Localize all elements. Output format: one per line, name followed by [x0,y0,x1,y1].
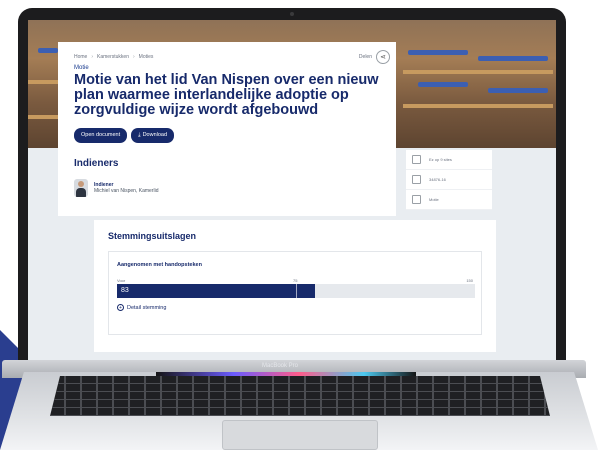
download-button[interactable]: ⤓ Download [131,128,175,143]
meta-row-date: Ez op 9 sites [406,150,492,170]
breadcrumb-home[interactable]: Home [74,54,87,60]
bar-label-voor: Voor [117,278,126,283]
breadcrumb-separator: › [91,54,94,60]
indiener-item[interactable]: Indiener Michiel van Nispen, Kamerlid [74,179,380,197]
breadcrumb-moties[interactable]: Moties [139,54,154,60]
chamber-desk [403,70,553,74]
share-control[interactable]: Delen ⋖ [359,50,390,64]
indieners-section: Indieners Indiener Michiel van Nispen, K… [58,150,396,216]
chamber-desk [403,104,553,108]
touch-bar [156,372,416,376]
plus-circle-icon: + [117,304,124,311]
page-title: Motie van het lid Van Nispen over een ni… [74,72,379,118]
vote-threshold-marker [296,284,297,298]
bar-labels: Voor 75 150 [117,276,473,284]
camera [290,12,294,16]
meta-date: Ez op 9 sites [429,157,452,162]
indiener-name: Michiel van Nispen, Kamerlid [94,188,159,194]
chamber-seat [408,50,468,55]
bar-label-threshold: 75 [293,278,298,283]
document-type: Motie [74,65,89,71]
avatar [74,179,88,197]
vote-count: 83 [121,287,129,294]
stemmingsuitslagen-card: Stemmingsuitslagen Aangenomen met handop… [94,220,496,352]
open-document-button[interactable]: Open document [74,128,128,143]
document-header-card: Home › Kamerstukken › Moties Delen ⋖ Mot… [58,42,396,150]
breadcrumb-kamerstukken[interactable]: Kamerstukken [97,54,129,60]
document-actions: Open document ⤓ Download [74,128,384,143]
meta-number: 34876-16 [429,177,446,182]
download-icon: ⤓ [138,132,141,138]
detail-stemming-link[interactable]: + Detail stemming [117,304,473,311]
breadcrumb: Home › Kamerstukken › Moties [74,54,384,60]
breadcrumb-separator: › [132,54,135,60]
chamber-seat [478,56,548,61]
vote-bar-track: 83 [117,284,475,298]
laptop-brand-label: MacBook Pro [262,363,299,369]
meta-type: Motie [429,197,439,202]
calendar-icon [412,155,421,164]
trackpad [222,420,378,450]
meta-row-type: Motie [406,190,492,210]
vote-bar-fill: 83 [117,284,316,298]
screen: Home › Kamerstukken › Moties Delen ⋖ Mot… [28,20,556,363]
share-label: Delen [358,54,372,60]
share-icon[interactable]: ⋖ [376,50,390,64]
document-meta-panel: Ez op 9 sites 34876-16 Motie [406,150,492,210]
laptop-lid: Home › Kamerstukken › Moties Delen ⋖ Mot… [18,8,566,368]
meta-row-number: 34876-16 [406,170,492,190]
download-label: Download [142,132,168,138]
detail-stemming-label: Detail stemming [127,304,167,311]
stemming-result-box: Aangenomen met handopsteken Voor 75 150 … [108,251,482,335]
document-icon [412,175,421,184]
bar-label-max: 150 [466,278,473,283]
chamber-seat [488,88,548,93]
chamber-desk [28,115,58,119]
chamber-seat [38,48,58,53]
keyboard-rows [50,376,550,416]
stemming-result: Aangenomen met handopsteken [117,262,202,268]
document-icon [412,195,421,204]
stemming-heading: Stemmingsuitslagen [108,231,197,241]
chamber-desk [28,80,58,84]
indieners-heading: Indieners [74,158,119,169]
open-document-label: Open document [81,132,121,138]
chamber-seat [418,82,468,87]
